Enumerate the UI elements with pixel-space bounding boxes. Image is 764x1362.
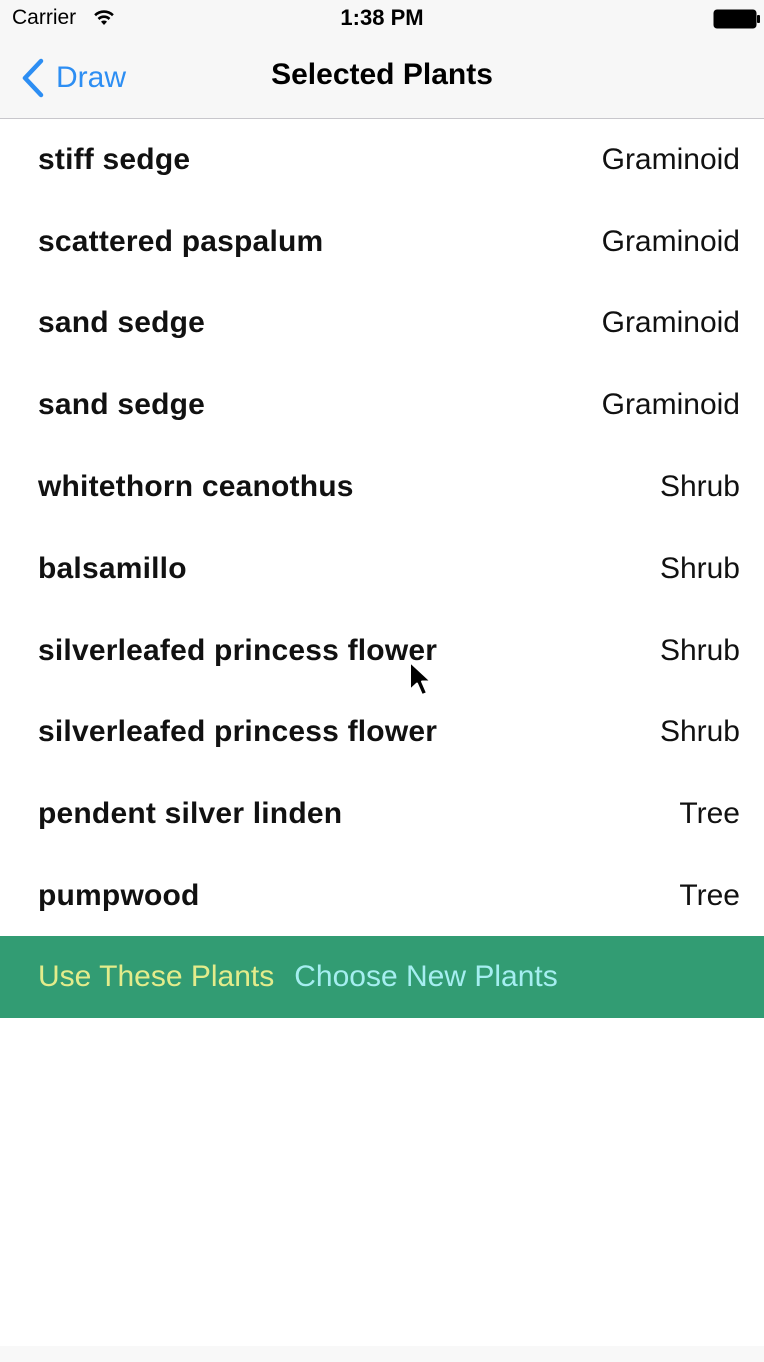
list-item[interactable]: sand sedge Graminoid xyxy=(0,283,764,365)
plant-name: stiff sedge xyxy=(38,142,191,176)
plant-name: whitethorn ceanothus xyxy=(38,470,354,504)
plant-type: Tree xyxy=(679,879,740,913)
plant-type: Graminoid xyxy=(601,224,740,258)
plant-type: Tree xyxy=(679,797,740,831)
battery-icon xyxy=(713,9,760,29)
plant-list: stiff sedge Graminoid scattered paspalum… xyxy=(0,119,764,937)
bottom-strip xyxy=(0,1346,764,1362)
plant-name: sand sedge xyxy=(38,306,206,340)
list-item[interactable]: silverleafed princess flower Shrub xyxy=(0,610,764,692)
list-item[interactable]: pumpwood Tree xyxy=(0,855,764,937)
plant-type: Shrub xyxy=(659,715,740,749)
plant-name: balsamillo xyxy=(38,551,187,585)
plant-type: Shrub xyxy=(659,470,740,504)
plant-name: scattered paspalum xyxy=(38,224,324,258)
list-item[interactable]: stiff sedge Graminoid xyxy=(0,119,764,201)
screen: Carrier 1:38 PM Draw Selected Plants sti… xyxy=(0,0,764,1362)
list-item[interactable]: pendent silver linden Tree xyxy=(0,773,764,855)
plant-type: Graminoid xyxy=(601,306,740,340)
use-these-plants-button[interactable]: Use These Plants xyxy=(38,960,274,994)
plant-name: sand sedge xyxy=(38,388,206,422)
plant-name: pendent silver linden xyxy=(38,797,343,831)
navigation-bar: Draw Selected Plants xyxy=(0,38,764,119)
plant-name: silverleafed princess flower xyxy=(38,633,438,667)
choose-new-plants-button[interactable]: Choose New Plants xyxy=(294,960,557,994)
plant-type: Graminoid xyxy=(601,142,740,176)
list-item[interactable]: silverleafed princess flower Shrub xyxy=(0,692,764,774)
plant-type: Shrub xyxy=(659,551,740,585)
list-item[interactable]: whitethorn ceanothus Shrub xyxy=(0,446,764,528)
mouse-pointer-icon xyxy=(409,661,432,696)
plant-type: Shrub xyxy=(659,633,740,667)
status-time: 1:38 PM xyxy=(340,5,424,30)
action-bar: Use These Plants Choose New Plants xyxy=(0,936,764,1018)
plant-type: Graminoid xyxy=(601,388,740,422)
page-title: Selected Plants xyxy=(271,58,493,91)
plant-name: silverleafed princess flower xyxy=(38,715,438,749)
plant-name: pumpwood xyxy=(38,879,200,913)
list-item[interactable]: balsamillo Shrub xyxy=(0,528,764,610)
list-item[interactable]: scattered paspalum Graminoid xyxy=(0,201,764,283)
list-item[interactable]: sand sedge Graminoid xyxy=(0,364,764,446)
status-bar: Carrier 1:38 PM xyxy=(0,0,764,38)
